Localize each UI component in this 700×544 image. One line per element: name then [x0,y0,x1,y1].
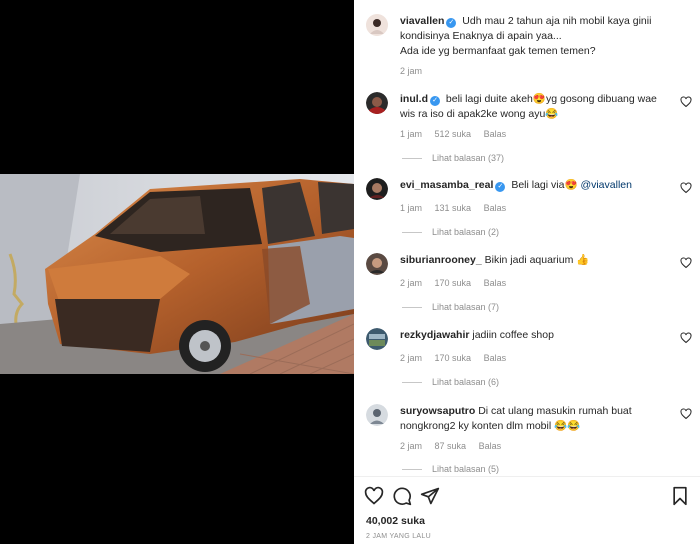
heart-icon[interactable] [680,182,692,194]
likes-count[interactable]: 40,002 suka [366,515,425,527]
view-replies-button[interactable]: Lihat balasan (2) [402,227,499,237]
view-replies-label: Lihat balasan (37) [432,153,505,163]
comment-avatar[interactable] [366,92,388,114]
comment-meta: 2 jam 170 suka Balas [400,353,516,363]
verified-badge-icon: ✓ [446,18,457,28]
comment-text: siburianrooney_ Bikin jadi aquarium 👍 [400,253,670,268]
post-panel: viavallen ✓ Udh mau 2 tahun aja nih mobil… [354,0,700,544]
verified-badge-icon: ✓ [430,96,440,106]
replies-line [402,382,422,384]
comment-username[interactable]: rezkydjawahir [400,329,469,341]
comment-icon[interactable] [392,486,412,506]
author-avatar[interactable] [366,14,388,36]
comment-mention[interactable]: @viavallen [580,179,632,191]
comment-likes[interactable]: 87 suka [435,441,467,451]
heart-icon[interactable] [364,486,384,506]
post-actions [364,486,690,508]
comment-username[interactable]: evi_masamba_real [400,179,493,191]
view-replies-label: Lihat balasan (5) [432,464,500,474]
heart-icon[interactable] [680,257,692,269]
reply-button[interactable]: Balas [479,441,502,451]
comment-time: 2 jam [400,441,423,451]
comment-body: Beli lagi via😍 [511,179,578,191]
comment-username[interactable]: suryowsaputro [400,405,475,417]
comment-avatar[interactable] [366,404,388,426]
view-replies-button[interactable]: Lihat balasan (7) [402,302,499,312]
comment-username[interactable]: inul.d [400,93,428,105]
reply-button[interactable]: Balas [484,203,507,213]
comment-time: 1 jam [400,129,423,139]
comment-meta: 2 jam 87 suka Balas [400,441,511,451]
comment-text: suryowsaputro Di cat ulang masukin rumah… [400,404,670,434]
comment-text: evi_masamba_real ✓ Beli lagi via😍 @viaval… [400,178,670,193]
view-replies-button[interactable]: Lihat balasan (37) [402,153,504,163]
view-replies-label: Lihat balasan (6) [432,377,500,387]
comment-time: 1 jam [400,203,423,213]
heart-icon[interactable] [680,332,692,344]
comment-likes[interactable]: 170 suka [435,353,472,363]
caption-line-2: Ada ide yg bermanfaat gak temen temen? [400,45,596,57]
reply-button[interactable]: Balas [484,129,507,139]
comment-meta: 1 jam 512 suka Balas [400,129,516,139]
comment-likes[interactable]: 512 suka [435,129,472,139]
author-username[interactable]: viavallen [400,15,444,27]
comment-time: 2 jam [400,278,423,288]
send-icon[interactable] [420,486,440,506]
reply-button[interactable]: Balas [484,278,507,288]
replies-line [402,158,422,160]
replies-line [402,469,422,471]
replies-line [402,307,422,309]
heart-icon[interactable] [680,96,692,108]
comment-meta: 2 jam 170 suka Balas [400,278,516,288]
bookmark-icon[interactable] [670,486,690,506]
burned-car-photo[interactable] [0,174,354,374]
comment-likes[interactable]: 170 suka [435,278,472,288]
replies-line [402,232,422,234]
view-replies-label: Lihat balasan (7) [432,302,500,312]
comment-body: Bikin jadi aquarium 👍 [484,254,590,266]
caption-text: viavallen ✓ Udh mau 2 tahun aja nih mobil… [400,14,700,59]
actions-divider [354,476,700,477]
comment-avatar[interactable] [366,253,388,275]
reply-button[interactable]: Balas [484,353,507,363]
view-replies-button[interactable]: Lihat balasan (5) [402,464,499,474]
comment-likes[interactable]: 131 suka [435,203,472,213]
verified-badge-icon: ✓ [495,182,506,192]
comment-text: inul.d ✓ beli lagi duite akeh😍yg gosong d… [400,92,670,122]
view-replies-button[interactable]: Lihat balasan (6) [402,377,499,387]
comment-body: jadiin coffee shop [472,329,554,341]
comment-username[interactable]: siburianrooney_ [400,254,482,266]
comment-avatar[interactable] [366,178,388,200]
post-media [0,0,354,544]
post-timestamp: 2 JAM YANG LALU [366,533,431,540]
comment-avatar[interactable] [366,328,388,350]
heart-icon[interactable] [680,408,692,420]
comment-time: 2 jam [400,353,423,363]
view-replies-label: Lihat balasan (2) [432,227,500,237]
caption-time: 2 jam [400,66,423,76]
comment-meta: 1 jam 131 suka Balas [400,203,516,213]
comment-text: rezkydjawahir jadiin coffee shop [400,328,670,343]
